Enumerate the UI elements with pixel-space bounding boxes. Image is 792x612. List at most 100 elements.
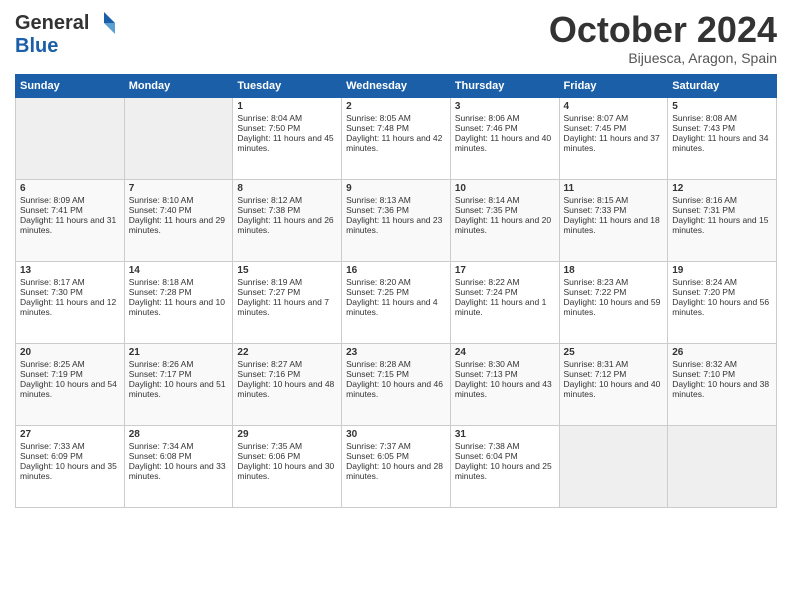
- calendar-week-row: 13Sunrise: 8:17 AMSunset: 7:30 PMDayligh…: [16, 261, 777, 343]
- sunrise-text: Sunrise: 8:19 AM: [237, 277, 337, 287]
- sunrise-text: Sunrise: 8:24 AM: [672, 277, 772, 287]
- day-number: 21: [129, 347, 229, 358]
- sunrise-text: Sunrise: 7:38 AM: [455, 441, 555, 451]
- sunset-text: Sunset: 6:05 PM: [346, 451, 446, 461]
- col-friday: Friday: [559, 74, 668, 97]
- table-row: 19Sunrise: 8:24 AMSunset: 7:20 PMDayligh…: [668, 261, 777, 343]
- sunset-text: Sunset: 6:06 PM: [237, 451, 337, 461]
- sunset-text: Sunset: 7:22 PM: [564, 287, 664, 297]
- sunrise-text: Sunrise: 8:23 AM: [564, 277, 664, 287]
- sunrise-text: Sunrise: 8:14 AM: [455, 195, 555, 205]
- logo-general: General: [15, 12, 89, 34]
- daylight-text: Daylight: 10 hours and 33 minutes.: [129, 461, 229, 481]
- sunset-text: Sunset: 7:50 PM: [237, 123, 337, 133]
- month-title: October 2024: [549, 10, 777, 50]
- col-saturday: Saturday: [668, 74, 777, 97]
- sunrise-text: Sunrise: 8:08 AM: [672, 113, 772, 123]
- calendar-header-row: Sunday Monday Tuesday Wednesday Thursday…: [16, 74, 777, 97]
- day-number: 7: [129, 183, 229, 194]
- title-block: October 2024 Bijuesca, Aragon, Spain: [549, 10, 777, 66]
- table-row: 27Sunrise: 7:33 AMSunset: 6:09 PMDayligh…: [16, 425, 125, 507]
- table-row: 3Sunrise: 8:06 AMSunset: 7:46 PMDaylight…: [450, 97, 559, 179]
- day-number: 10: [455, 183, 555, 194]
- day-number: 15: [237, 265, 337, 276]
- day-number: 12: [672, 183, 772, 194]
- table-row: 7Sunrise: 8:10 AMSunset: 7:40 PMDaylight…: [124, 179, 233, 261]
- table-row: 26Sunrise: 8:32 AMSunset: 7:10 PMDayligh…: [668, 343, 777, 425]
- sunset-text: Sunset: 7:20 PM: [672, 287, 772, 297]
- daylight-text: Daylight: 11 hours and 18 minutes.: [564, 215, 664, 235]
- sunset-text: Sunset: 7:31 PM: [672, 205, 772, 215]
- day-number: 11: [564, 183, 664, 194]
- sunset-text: Sunset: 7:46 PM: [455, 123, 555, 133]
- day-number: 30: [346, 429, 446, 440]
- day-number: 25: [564, 347, 664, 358]
- calendar-week-row: 1Sunrise: 8:04 AMSunset: 7:50 PMDaylight…: [16, 97, 777, 179]
- location: Bijuesca, Aragon, Spain: [549, 50, 777, 66]
- sunrise-text: Sunrise: 8:20 AM: [346, 277, 446, 287]
- sunrise-text: Sunrise: 8:05 AM: [346, 113, 446, 123]
- table-row: 24Sunrise: 8:30 AMSunset: 7:13 PMDayligh…: [450, 343, 559, 425]
- day-number: 31: [455, 429, 555, 440]
- daylight-text: Daylight: 10 hours and 28 minutes.: [346, 461, 446, 481]
- day-number: 22: [237, 347, 337, 358]
- sunset-text: Sunset: 7:48 PM: [346, 123, 446, 133]
- calendar-table: Sunday Monday Tuesday Wednesday Thursday…: [15, 74, 777, 508]
- table-row: [16, 97, 125, 179]
- calendar-week-row: 6Sunrise: 8:09 AMSunset: 7:41 PMDaylight…: [16, 179, 777, 261]
- daylight-text: Daylight: 11 hours and 12 minutes.: [20, 297, 120, 317]
- day-number: 19: [672, 265, 772, 276]
- daylight-text: Daylight: 11 hours and 26 minutes.: [237, 215, 337, 235]
- sunrise-text: Sunrise: 8:28 AM: [346, 359, 446, 369]
- daylight-text: Daylight: 11 hours and 37 minutes.: [564, 133, 664, 153]
- table-row: 15Sunrise: 8:19 AMSunset: 7:27 PMDayligh…: [233, 261, 342, 343]
- table-row: 31Sunrise: 7:38 AMSunset: 6:04 PMDayligh…: [450, 425, 559, 507]
- daylight-text: Daylight: 11 hours and 20 minutes.: [455, 215, 555, 235]
- sunrise-text: Sunrise: 8:17 AM: [20, 277, 120, 287]
- sunset-text: Sunset: 7:33 PM: [564, 205, 664, 215]
- day-number: 29: [237, 429, 337, 440]
- sunrise-text: Sunrise: 7:37 AM: [346, 441, 446, 451]
- sunset-text: Sunset: 7:40 PM: [129, 205, 229, 215]
- daylight-text: Daylight: 10 hours and 35 minutes.: [20, 461, 120, 481]
- day-number: 4: [564, 101, 664, 112]
- sunrise-text: Sunrise: 7:33 AM: [20, 441, 120, 451]
- table-row: [668, 425, 777, 507]
- sunrise-text: Sunrise: 8:32 AM: [672, 359, 772, 369]
- day-number: 6: [20, 183, 120, 194]
- sunset-text: Sunset: 7:24 PM: [455, 287, 555, 297]
- sunset-text: Sunset: 7:19 PM: [20, 369, 120, 379]
- sunset-text: Sunset: 7:10 PM: [672, 369, 772, 379]
- sunrise-text: Sunrise: 8:18 AM: [129, 277, 229, 287]
- logo: General Blue: [15, 10, 117, 56]
- sunset-text: Sunset: 7:25 PM: [346, 287, 446, 297]
- daylight-text: Daylight: 10 hours and 30 minutes.: [237, 461, 337, 481]
- day-number: 16: [346, 265, 446, 276]
- sunset-text: Sunset: 6:04 PM: [455, 451, 555, 461]
- sunrise-text: Sunrise: 7:34 AM: [129, 441, 229, 451]
- daylight-text: Daylight: 10 hours and 25 minutes.: [455, 461, 555, 481]
- table-row: 5Sunrise: 8:08 AMSunset: 7:43 PMDaylight…: [668, 97, 777, 179]
- sunrise-text: Sunrise: 8:06 AM: [455, 113, 555, 123]
- table-row: 13Sunrise: 8:17 AMSunset: 7:30 PMDayligh…: [16, 261, 125, 343]
- sunset-text: Sunset: 7:43 PM: [672, 123, 772, 133]
- sunrise-text: Sunrise: 8:15 AM: [564, 195, 664, 205]
- logo-blue: Blue: [15, 36, 117, 56]
- daylight-text: Daylight: 10 hours and 38 minutes.: [672, 379, 772, 399]
- col-thursday: Thursday: [450, 74, 559, 97]
- table-row: [124, 97, 233, 179]
- daylight-text: Daylight: 11 hours and 7 minutes.: [237, 297, 337, 317]
- col-tuesday: Tuesday: [233, 74, 342, 97]
- daylight-text: Daylight: 11 hours and 10 minutes.: [129, 297, 229, 317]
- daylight-text: Daylight: 11 hours and 40 minutes.: [455, 133, 555, 153]
- sunset-text: Sunset: 7:38 PM: [237, 205, 337, 215]
- table-row: 16Sunrise: 8:20 AMSunset: 7:25 PMDayligh…: [342, 261, 451, 343]
- sunrise-text: Sunrise: 8:22 AM: [455, 277, 555, 287]
- day-number: 8: [237, 183, 337, 194]
- sunrise-text: Sunrise: 8:10 AM: [129, 195, 229, 205]
- day-number: 5: [672, 101, 772, 112]
- col-wednesday: Wednesday: [342, 74, 451, 97]
- daylight-text: Daylight: 11 hours and 29 minutes.: [129, 215, 229, 235]
- daylight-text: Daylight: 10 hours and 59 minutes.: [564, 297, 664, 317]
- day-number: 27: [20, 429, 120, 440]
